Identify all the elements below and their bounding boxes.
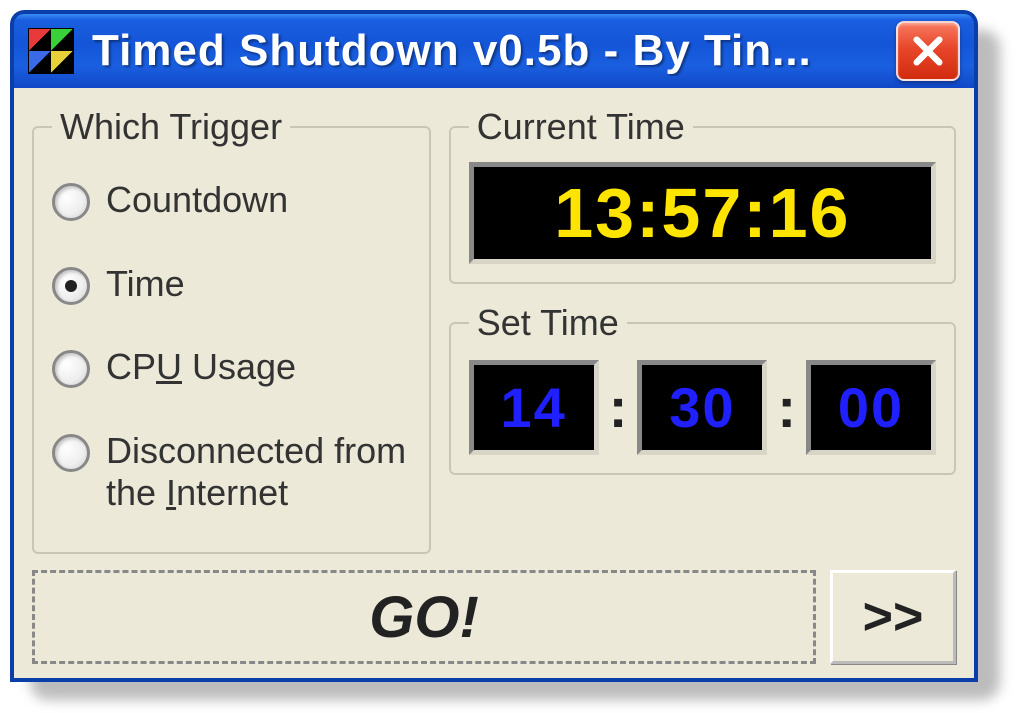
radio-time[interactable]: Time [52,263,411,305]
radio-icon [52,350,90,388]
time-separator: : [777,375,796,440]
trigger-legend: Which Trigger [52,106,290,148]
window-title: Timed Shutdown v0.5b - By Tin... [92,26,896,76]
radio-cpu-usage[interactable]: CPU Usage [52,346,411,388]
set-time-legend: Set Time [469,302,627,344]
set-time-minutes[interactable]: 30 [637,360,767,455]
trigger-group: Which Trigger Countdown Time CPU Usage D… [32,106,431,554]
close-button[interactable] [896,21,960,81]
time-separator: : [609,375,628,440]
go-button[interactable]: GO! [32,570,816,664]
current-time-group: Current Time 13:57:16 [449,106,956,284]
radio-time-label: Time [106,263,185,304]
titlebar[interactable]: Timed Shutdown v0.5b - By Tin... [10,10,978,88]
radio-disconnected-internet[interactable]: Disconnected from the Internet [52,430,411,513]
set-time-seconds[interactable]: 00 [806,360,936,455]
client-area: Which Trigger Countdown Time CPU Usage D… [10,88,978,682]
radio-countdown[interactable]: Countdown [52,179,411,221]
radio-net-label: Disconnected from the Internet [106,430,411,513]
radio-cpu-label: CPU Usage [106,346,296,387]
set-time-group: Set Time 14 : 30 : 00 [449,302,956,475]
radio-icon [52,434,90,472]
current-time-legend: Current Time [469,106,693,148]
app-window: Timed Shutdown v0.5b - By Tin... Which T… [10,10,978,682]
current-time-display: 13:57:16 [469,162,936,264]
close-icon [911,34,945,68]
set-time-hours[interactable]: 14 [469,360,599,455]
app-icon [28,28,74,74]
expand-button[interactable]: >> [830,570,956,664]
radio-icon [52,183,90,221]
radio-countdown-label: Countdown [106,179,288,220]
radio-icon [52,267,90,305]
